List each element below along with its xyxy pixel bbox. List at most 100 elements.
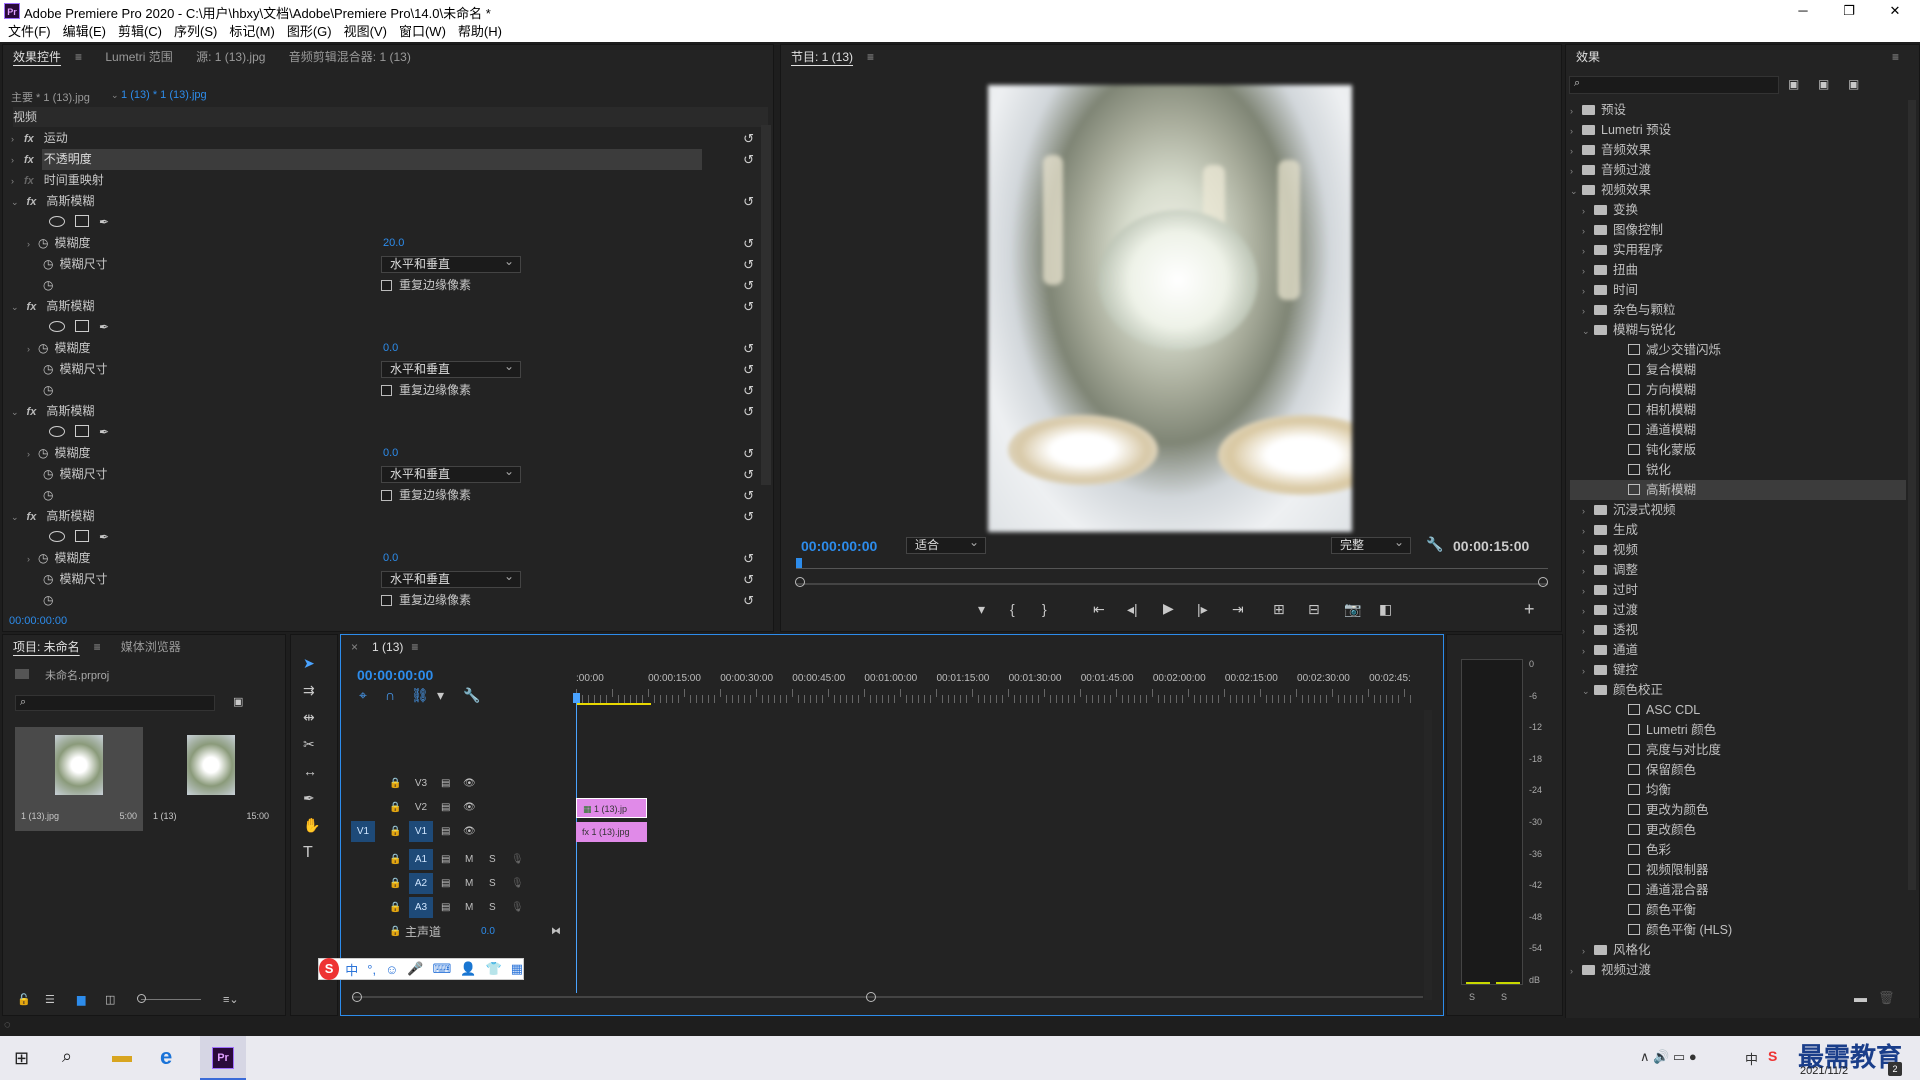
blurriness-value[interactable]: 0.0 [383, 338, 398, 359]
scroll-handle-right[interactable] [866, 992, 876, 1002]
repeat-edge-checkbox[interactable] [381, 385, 392, 396]
effects-folder[interactable]: › 音频效果 [1570, 140, 1906, 160]
microphone-icon[interactable]: 🎙 [511, 872, 524, 896]
effect-controls-scrollbar[interactable] [761, 125, 771, 485]
effects-folder[interactable]: › 风格化 [1570, 940, 1906, 960]
effects-item[interactable]: 高斯模糊 [1570, 480, 1906, 500]
reset-icon[interactable]: ↺ [743, 569, 754, 590]
effect-gaussian-blur[interactable]: ⌄ fx 高斯模糊 ↺ [11, 191, 766, 212]
blur-dimensions-dropdown[interactable]: 水平和垂直 [381, 464, 521, 483]
reset-icon[interactable]: ↺ [743, 443, 754, 464]
delete-icon[interactable]: 🗑 [1878, 990, 1895, 1006]
effects-folder[interactable]: › 视频 [1570, 540, 1906, 560]
icon-view-icon[interactable]: ▆ [77, 993, 85, 1006]
reset-icon[interactable]: ↺ [743, 275, 754, 296]
param-repeat-edge[interactable]: ◷ 重复边缘像素 ↺ [11, 380, 766, 401]
panel-menu-icon[interactable]: ≡ [84, 635, 111, 659]
stopwatch-icon[interactable]: ◷ [38, 551, 48, 565]
effect-opacity[interactable]: › fx 不透明度 ↺ [11, 149, 766, 170]
razor-tool-icon[interactable]: ✂ [303, 736, 315, 753]
menu-graphics[interactable]: 图形(G) [281, 22, 338, 42]
blurriness-value[interactable]: 20.0 [383, 233, 404, 254]
param-blur-dimensions[interactable]: ◷模糊尺寸水平和垂直↺ [11, 254, 766, 275]
stopwatch-icon[interactable]: ◷ [43, 467, 53, 481]
effects-folder[interactable]: › 过渡 [1570, 600, 1906, 620]
effects-item[interactable]: 更改颜色 [1570, 820, 1906, 840]
ellipse-mask-icon[interactable] [49, 531, 65, 542]
track-select-tool-icon[interactable]: ⇉ [303, 682, 315, 699]
sync-lock-icon[interactable]: ▤ [441, 772, 450, 796]
param-blur-dimensions[interactable]: ◷模糊尺寸水平和垂直↺ [11, 359, 766, 380]
selection-tool-icon[interactable]: ➤ [303, 655, 315, 672]
stopwatch-icon[interactable]: ◷ [38, 446, 48, 460]
microphone-icon[interactable]: 🎙 [511, 848, 524, 872]
file-explorer-icon[interactable]: ▬ [112, 1045, 132, 1068]
scroll-handle-left[interactable] [352, 992, 362, 1002]
playhead-handle[interactable] [573, 693, 580, 703]
rectangle-mask-icon[interactable] [75, 320, 89, 332]
lock-icon[interactable]: 🔒 [389, 820, 401, 844]
track-target[interactable]: V1 [409, 821, 433, 842]
effects-folder[interactable]: › 调整 [1570, 560, 1906, 580]
playhead-marker[interactable] [796, 558, 802, 568]
sync-lock-icon[interactable]: ▤ [441, 796, 450, 820]
tab-source[interactable]: 源: 1 (13).jpg [186, 45, 275, 69]
ellipse-mask-icon[interactable] [49, 216, 65, 227]
param-blurriness[interactable]: › ◷ 模糊度 20.0 ↺ [11, 233, 766, 254]
reset-icon[interactable]: ↺ [743, 296, 754, 317]
menu-clip[interactable]: 剪辑(C) [112, 22, 168, 42]
repeat-edge-checkbox[interactable] [381, 280, 392, 291]
effect-gaussian-blur[interactable]: ⌄ fx 高斯模糊 ↺ [11, 296, 766, 317]
effects-item[interactable]: 更改为颜色 [1570, 800, 1906, 820]
effects-folder[interactable]: ⌄ 颜色校正 [1570, 680, 1906, 700]
mark-out-icon[interactable]: } [1042, 601, 1047, 617]
button-editor-plus-icon[interactable]: + [1524, 599, 1535, 620]
comparison-view-icon[interactable]: ◧ [1379, 601, 1392, 618]
tab-effect-controls[interactable]: 效果控件 [3, 45, 71, 69]
sync-lock-icon[interactable]: ▤ [441, 848, 450, 872]
effect-time-remap[interactable]: › fx 时间重映射 [11, 170, 766, 191]
ellipse-mask-icon[interactable] [49, 426, 65, 437]
timeline-horizontal-scrollbar[interactable] [353, 996, 1423, 998]
timeline-vertical-scrollbar[interactable] [1424, 710, 1432, 1000]
minimize-button[interactable]: ─ [1780, 0, 1826, 22]
solo-button[interactable]: S [489, 848, 496, 872]
effects-panel-title[interactable]: 效果 [1566, 45, 1610, 69]
play-icon[interactable]: ▶ [1163, 600, 1174, 617]
ripple-edit-tool-icon[interactable]: ⇹ [303, 709, 315, 726]
ime-chinese-mode[interactable]: 中 [345, 960, 358, 979]
effects-folder[interactable]: › 杂色与颗粒 [1570, 300, 1906, 320]
effects-folder[interactable]: › 预设 [1570, 100, 1906, 120]
effects-item[interactable]: 钝化蒙版 [1570, 440, 1906, 460]
effects-item[interactable]: 通道混合器 [1570, 880, 1906, 900]
ime-skin-icon[interactable]: 👕 [486, 961, 502, 977]
lock-icon[interactable]: 🔒 [389, 896, 401, 920]
quality-dropdown[interactable]: 完整 [1331, 535, 1411, 554]
extract-icon[interactable]: ⊟ [1308, 601, 1320, 618]
effects-folder[interactable]: › 透视 [1570, 620, 1906, 640]
effects-item[interactable]: 方向模糊 [1570, 380, 1906, 400]
panel-menu-icon[interactable]: ≡ [401, 635, 428, 659]
menu-sequence[interactable]: 序列(S) [168, 22, 223, 42]
yuv-effects-icon[interactable]: ▣ [1848, 77, 1859, 91]
reset-icon[interactable]: ↺ [743, 233, 754, 254]
zoom-slider[interactable] [141, 999, 201, 1000]
reset-icon[interactable]: ↺ [743, 191, 754, 212]
ime-voice-icon[interactable]: 🎤 [407, 961, 423, 977]
add-marker-icon[interactable]: ▾ [437, 687, 444, 704]
fit-dropdown[interactable]: 适合 [906, 535, 986, 554]
export-frame-icon[interactable]: 📷 [1344, 601, 1361, 618]
menu-help[interactable]: 帮助(H) [452, 22, 508, 42]
hand-tool-icon[interactable]: ✋ [303, 817, 320, 834]
reset-icon[interactable]: ↺ [743, 401, 754, 422]
effects-folder[interactable]: ⌄ 视频效果 [1570, 180, 1906, 200]
linked-selection-icon[interactable]: ⛓ [411, 687, 429, 704]
effects-folder[interactable]: › 时间 [1570, 280, 1906, 300]
solo-button[interactable]: S [489, 896, 496, 920]
pen-tool-icon[interactable]: ✒ [303, 790, 315, 807]
stopwatch-icon[interactable]: ◷ [43, 593, 53, 607]
restore-button[interactable]: ❐ [1826, 0, 1872, 22]
param-blurriness[interactable]: › ◷ 模糊度 0.0 ↺ [11, 338, 766, 359]
source-patch-v1[interactable]: V1 [351, 821, 375, 842]
sync-lock-icon[interactable]: ▤ [441, 896, 450, 920]
